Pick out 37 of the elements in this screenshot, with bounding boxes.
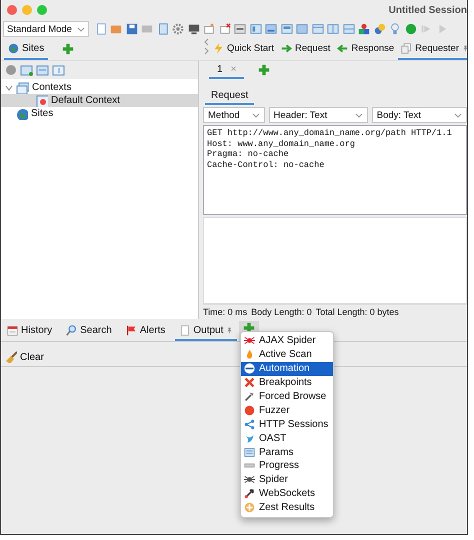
- menu-item[interactable]: Breakpoints: [241, 376, 333, 390]
- menu-item[interactable]: Progress: [241, 459, 333, 473]
- dropdown[interactable]: Body: Text: [372, 107, 467, 123]
- menu-item[interactable]: Active Scan: [241, 348, 333, 362]
- window-title: Untitled Session: [388, 4, 467, 16]
- menu-item[interactable]: Spider: [241, 472, 333, 487]
- menu-item[interactable]: Zest Results: [241, 500, 333, 515]
- dropdown[interactable]: Header: Text: [268, 107, 368, 123]
- menu-item[interactable]: OAST: [241, 431, 333, 446]
- dropdown[interactable]: Method: [203, 107, 265, 123]
- menu-item[interactable]: Automation: [241, 362, 333, 376]
- menu-item[interactable]: Fuzzer: [241, 403, 333, 418]
- tree-item[interactable]: Sites: [1, 107, 198, 120]
- menu-item[interactable]: WebSockets: [241, 486, 333, 501]
- tab[interactable]: Response: [334, 38, 398, 60]
- status-text: Body Length: 0: [251, 307, 312, 317]
- menu-item[interactable]: HTTP Sessions: [241, 417, 333, 432]
- tab[interactable]: Quick Start: [210, 38, 277, 60]
- clear-button[interactable]: Clear: [5, 351, 44, 363]
- status-text: Time: 0 ms: [203, 307, 248, 317]
- tab[interactable]: Sites: [4, 38, 48, 60]
- tree-item[interactable]: Default Context: [1, 94, 198, 107]
- tab[interactable]: Request: [278, 38, 334, 60]
- tab[interactable]: Search: [62, 321, 116, 341]
- tree-item[interactable]: Contexts: [1, 81, 198, 94]
- tab[interactable]: History: [3, 321, 56, 341]
- status-text: Total Length: 0 bytes: [316, 307, 399, 317]
- tab[interactable]: Output: [175, 321, 238, 341]
- tab[interactable]: Requester: [398, 38, 467, 60]
- mode-dropdown[interactable]: Standard Mode: [3, 21, 89, 37]
- tab[interactable]: 1 ×: [209, 61, 244, 79]
- menu-item[interactable]: AJAX Spider: [241, 334, 333, 348]
- menu-item[interactable]: Forced Browse: [241, 390, 333, 404]
- tab[interactable]: Request: [205, 87, 254, 105]
- tab[interactable]: Alerts: [122, 321, 170, 341]
- menu-item[interactable]: Params: [241, 445, 333, 460]
- request-editor[interactable]: GET http://www.any_domain_name.org/path HTTP/1.1 Host: www.any_domain_name.org Pragma: no-cache Cache-Control: no-cache: [203, 125, 467, 215]
